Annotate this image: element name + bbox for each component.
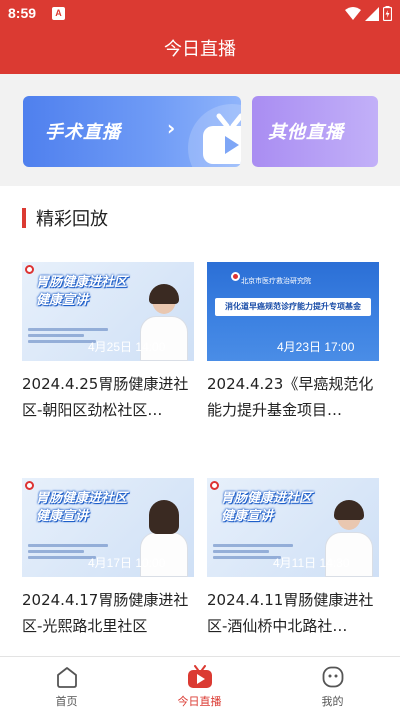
replay-caption: 2024.4.11胃肠健康进社区-酒仙桥中北路社…	[207, 591, 374, 635]
thumbnail-headline-1: 胃肠健康进社区	[36, 275, 128, 290]
page-title: 今日直播	[0, 28, 400, 74]
surgery-live-label: 手术直播	[45, 122, 121, 143]
tab-today-live[interactable]: 今日直播	[133, 657, 266, 711]
signal-icon	[365, 6, 379, 21]
notification-icon: A	[52, 7, 65, 20]
replay-thumbnail: 胃肠健康进社区 健康宣讲 4月17日 10:00	[22, 478, 194, 577]
replay-caption: 2024.4.23《早癌规范化能力提升基金项目…	[207, 375, 374, 419]
live-play-icon	[187, 665, 212, 688]
replay-caption: 2024.4.25胃肠健康进社区-朝阳区劲松社区…	[22, 375, 189, 419]
replay-thumbnail: 胃肠健康进社区 健康宣讲 4月25日 14:00	[22, 262, 194, 361]
institute-logo-icon	[231, 272, 240, 281]
section-accent-bar	[22, 208, 26, 228]
home-icon	[56, 667, 77, 688]
thumbnail-title: 消化道早癌规范诊疗能力提升专项基金	[215, 298, 371, 316]
thumbnail-datetime: 4月17日 10:00	[22, 550, 194, 577]
thumbnail-headline-1: 胃肠健康进社区	[221, 491, 313, 506]
other-live-label: 其他直播	[268, 122, 344, 143]
status-icons	[345, 6, 392, 21]
hospital-logo-icon	[25, 265, 34, 274]
thumbnail-datetime-text: 4月11日 14:30	[273, 556, 350, 570]
thumbnail-datetime-text: 4月17日 10:00	[88, 556, 166, 570]
thumbnail-datetime: 4月23日 17:00	[207, 334, 379, 361]
thumbnail-datetime-text: 4月25日 14:00	[88, 340, 166, 354]
thumbnail-datetime: 4月25日 14:00	[22, 334, 194, 361]
thumbnail-datetime: 4月11日 14:30	[207, 550, 379, 577]
thumbnail-headline-2: 健康宣讲	[221, 509, 274, 524]
replay-thumbnail: 胃肠健康进社区 健康宣讲 4月11日 14:30	[207, 478, 379, 577]
status-bar: 8:59 A	[0, 0, 400, 28]
thumbnail-headline-2: 健康宣讲	[36, 293, 89, 308]
hospital-logo-icon	[25, 481, 34, 490]
tab-today-live-label: 今日直播	[177, 695, 222, 708]
battery-icon	[383, 6, 392, 21]
tab-home-label: 首页	[55, 695, 78, 708]
surgery-live-banner[interactable]: 手术直播 ›	[23, 96, 241, 167]
replay-thumbnail: 北京市医疗救治研究院 消化道早癌规范诊疗能力提升专项基金 4月23日 17:00	[207, 262, 379, 361]
tab-profile[interactable]: 我的	[266, 657, 399, 711]
wifi-icon	[345, 6, 361, 20]
tab-profile-label: 我的	[321, 695, 344, 708]
chevron-right-icon: ›	[167, 116, 176, 140]
tab-home[interactable]: 首页	[0, 657, 133, 711]
replay-caption: 2024.4.17胃肠健康进社区-光熙路北里社区	[22, 591, 189, 635]
section-title: 精彩回放	[36, 209, 108, 230]
institute-name: 北京市医疗救治研究院	[241, 277, 311, 285]
status-time: 8:59	[8, 5, 37, 21]
thumbnail-headline: 胃肠健康进社区 健康宣讲	[221, 490, 312, 526]
profile-icon	[322, 666, 343, 688]
bottom-tab-bar: 首页 今日直播 我的	[0, 656, 400, 711]
thumbnail-headline-2: 健康宣讲	[36, 509, 89, 524]
hospital-logo-icon	[210, 481, 219, 490]
other-live-banner[interactable]: 其他直播	[252, 96, 378, 167]
tv-play-icon	[203, 113, 241, 164]
thumbnail-headline-1: 胃肠健康进社区	[36, 491, 128, 506]
thumbnail-datetime-text: 4月23日 17:00	[277, 340, 355, 354]
thumbnail-headline: 胃肠健康进社区 健康宣讲	[36, 490, 127, 526]
thumbnail-headline: 胃肠健康进社区 健康宣讲	[36, 274, 127, 310]
